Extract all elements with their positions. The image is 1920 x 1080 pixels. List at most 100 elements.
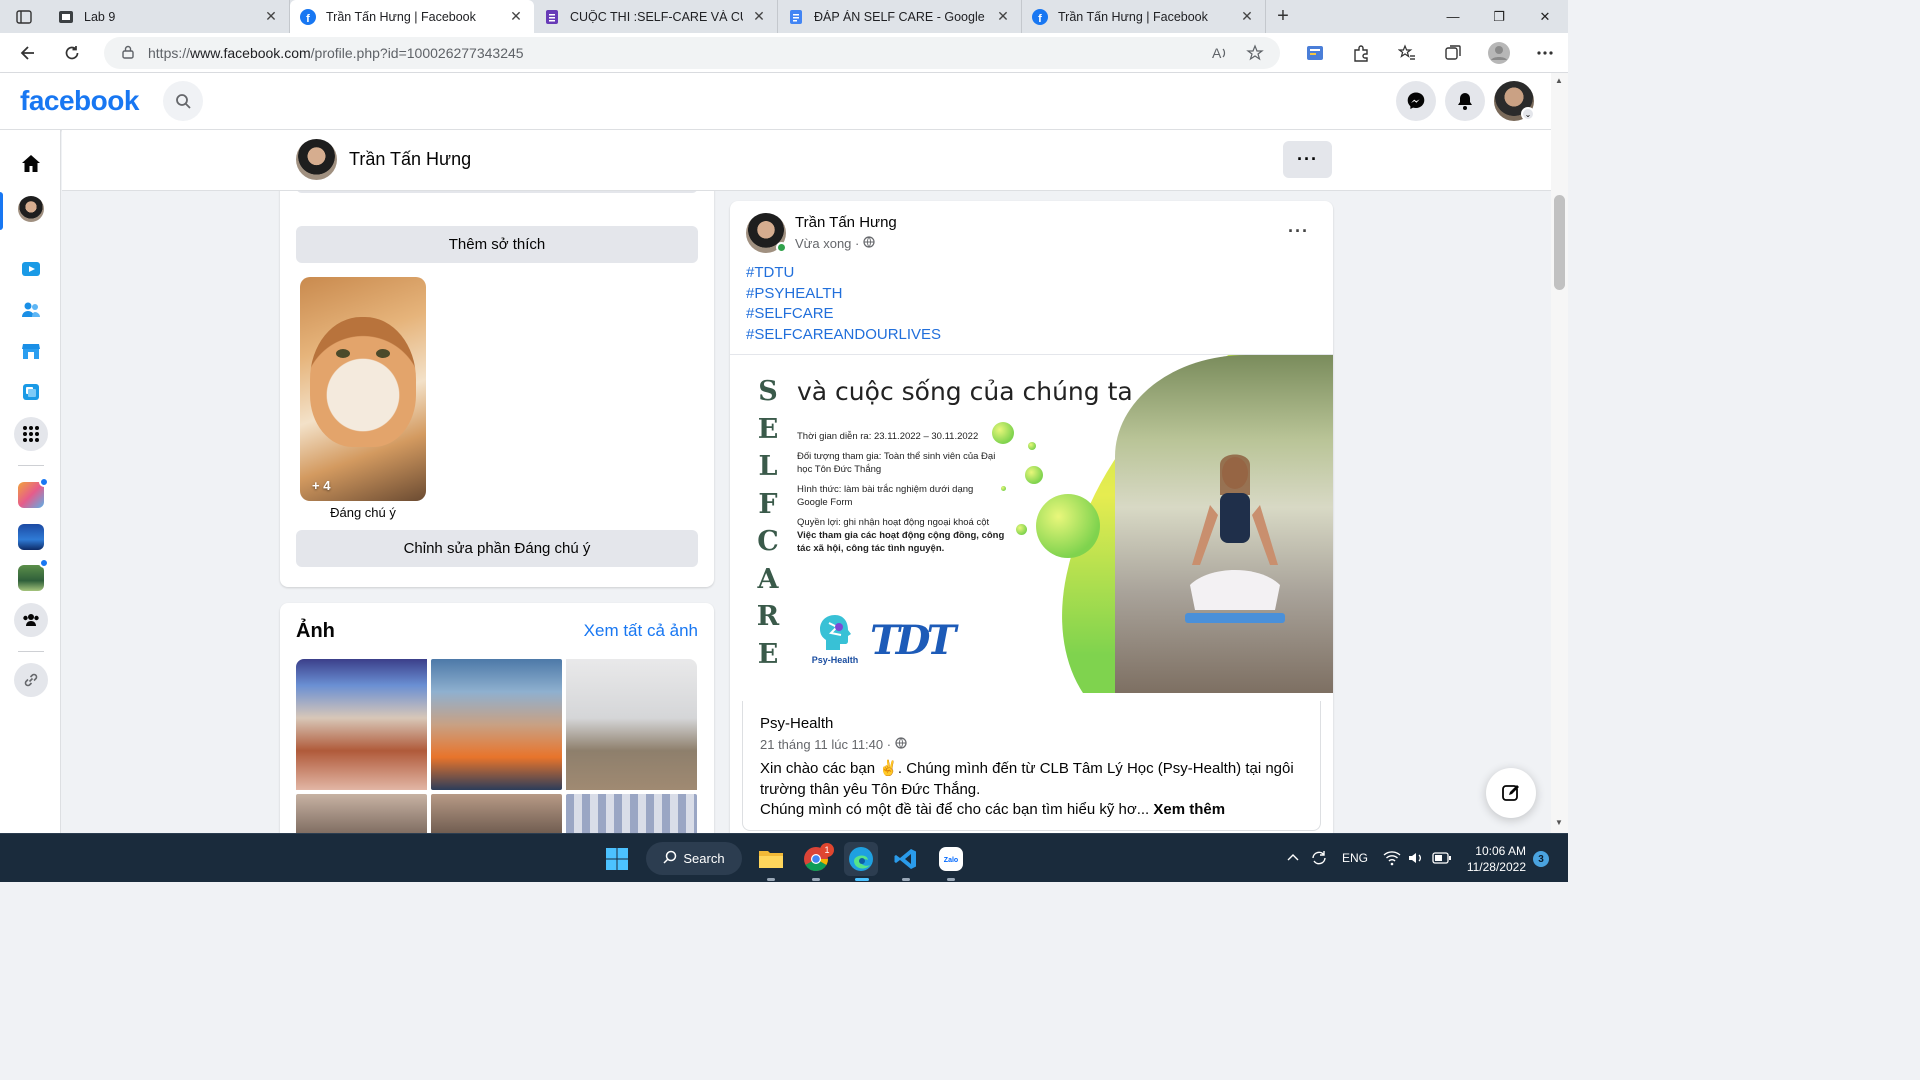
favorites-icon[interactable] [1384, 33, 1430, 73]
back-arrow-icon[interactable] [6, 33, 50, 73]
browser-menu-icon[interactable] [1522, 33, 1568, 73]
notification-count-badge[interactable]: 3 [1533, 851, 1549, 867]
windows-taskbar: Search 1 Zalo ENG 10:06 AM 11/28/2022 3 [0, 833, 1568, 882]
photo-thumbnail[interactable] [431, 659, 562, 790]
previous-section-button[interactable] [296, 191, 698, 193]
left-navigation-rail [0, 130, 61, 833]
rail-profile-avatar[interactable] [14, 192, 48, 226]
account-menu-chevron-icon[interactable]: ⌄ [1521, 107, 1535, 121]
collections-icon[interactable] [1430, 33, 1476, 73]
hashtag-link[interactable]: #SELFCARE [746, 304, 941, 325]
refresh-icon[interactable] [50, 33, 94, 73]
input-language[interactable]: ENG [1342, 851, 1368, 865]
post-banner-image[interactable]: S E L F C A R E và cuộc sống của chúng t… [730, 354, 1333, 693]
taskbar-search-button[interactable]: Search [646, 842, 742, 875]
facebook-icon: f [300, 8, 316, 25]
apps-grid-icon[interactable] [14, 417, 48, 451]
hashtag-link[interactable]: #SELFCAREANDOURLIVES [746, 325, 941, 346]
browser-tab-facebook-active[interactable]: f Trần Tấn Hưng | Facebook ✕ [290, 0, 534, 33]
photo-thumbnail[interactable] [296, 659, 427, 790]
photos-title: Ảnh [296, 620, 335, 642]
scroll-down-arrow-icon[interactable]: ▼ [1555, 818, 1563, 827]
minimize-icon[interactable]: — [1430, 0, 1476, 33]
toolbar-right-icons [1292, 33, 1568, 73]
shared-post-time-text[interactable]: 21 tháng 11 lúc 11:40 · [760, 737, 891, 752]
messenger-icon[interactable] [1396, 81, 1436, 121]
photo-thumbnail[interactable] [296, 794, 427, 833]
notifications-bell-icon[interactable] [1445, 81, 1485, 121]
browser-profile-icon[interactable] [1476, 33, 1522, 73]
hashtag-link[interactable]: #TDTU [746, 263, 941, 284]
edge-icon[interactable] [844, 842, 878, 876]
friends-icon[interactable] [14, 293, 48, 327]
browser-tab-contest-form[interactable]: CUỘC THI :SELF-CARE VÀ CUỘC ✕ [534, 0, 778, 33]
photo-thumbnail[interactable] [431, 794, 562, 833]
photo-thumbnail[interactable] [566, 794, 697, 833]
lock-icon[interactable] [122, 45, 134, 62]
close-window-icon[interactable]: ✕ [1522, 0, 1568, 33]
new-tab-button[interactable]: + [1266, 0, 1300, 33]
file-explorer-icon[interactable] [754, 842, 788, 876]
shared-post-preview[interactable]: Psy-Health 21 tháng 11 lúc 11:40 · Xin c… [742, 701, 1321, 831]
browser-tab-answers-doc[interactable]: ĐÁP ÁN SELF CARE - Google Tài ✕ [778, 0, 1022, 33]
extension-app-icon[interactable] [1292, 33, 1338, 73]
close-tab-icon[interactable]: ✕ [263, 8, 279, 25]
photos-card: Ảnh Xem tất cả ảnh [280, 603, 714, 833]
photo-thumbnail[interactable] [566, 659, 697, 790]
close-tab-icon[interactable]: ✕ [508, 8, 524, 25]
post-time-text[interactable]: Vừa xong · [795, 236, 859, 251]
shared-post-time: 21 tháng 11 lúc 11:40 · [760, 737, 907, 752]
scrollbar-thumb[interactable] [1554, 195, 1565, 290]
profile-avatar[interactable] [296, 139, 337, 180]
restore-icon[interactable]: ❐ [1476, 0, 1522, 33]
scroll-up-arrow-icon[interactable]: ▲ [1555, 76, 1563, 85]
add-hobbies-button[interactable]: Thêm sở thích [296, 226, 698, 263]
profile-name[interactable]: Trần Tấn Hưng [349, 149, 471, 170]
post-hashtags: #TDTU #PSYHEALTH #SELFCARE #SELFCAREANDO… [746, 263, 941, 345]
new-message-compose-button[interactable] [1486, 768, 1536, 818]
see-all-photos-link[interactable]: Xem tất cả ảnh [584, 621, 698, 641]
browser-tab-facebook[interactable]: f Trần Tấn Hưng | Facebook ✕ [1022, 0, 1266, 33]
decorative-dot [1028, 442, 1036, 450]
profile-more-button[interactable]: ··· [1283, 141, 1332, 178]
shared-page-name[interactable]: Psy-Health [760, 715, 833, 732]
url-prefix: https:// [148, 45, 191, 61]
read-aloud-icon[interactable]: A [1210, 44, 1228, 65]
close-tab-icon[interactable]: ✕ [1239, 8, 1255, 25]
facebook-logo[interactable]: facebook [20, 85, 139, 117]
feeds-icon[interactable] [14, 375, 48, 409]
wifi-icon[interactable] [1383, 850, 1401, 871]
show-hidden-icons-chevron[interactable] [1286, 850, 1300, 869]
favorite-star-icon[interactable] [1246, 44, 1264, 65]
facebook-search-icon[interactable] [163, 81, 203, 121]
close-tab-icon[interactable]: ✕ [751, 8, 767, 25]
featured-collection-thumbnail[interactable]: + 4 [300, 277, 426, 501]
post-author-name[interactable]: Trần Tấn Hưng [795, 214, 897, 231]
taskbar-clock[interactable]: 10:06 AM 11/28/2022 [1464, 843, 1526, 875]
browser-tab-lab9[interactable]: Lab 9 ✕ [48, 0, 290, 33]
online-status-dot [776, 242, 787, 253]
group-shortcut-2[interactable] [14, 520, 48, 554]
edit-featured-button[interactable]: Chỉnh sửa phần Đáng chú ý [296, 530, 698, 567]
post-options-button[interactable]: ··· [1288, 221, 1309, 242]
tab-actions-menu-icon[interactable] [0, 0, 48, 33]
battery-icon[interactable] [1432, 851, 1452, 870]
vscode-icon[interactable] [889, 842, 923, 876]
page-scrollbar[interactable]: ▲ ▼ [1551, 73, 1568, 833]
link-icon[interactable] [14, 663, 48, 697]
groups-icon[interactable] [14, 603, 48, 637]
address-bar[interactable]: https://www.facebook.com/profile.php?id=… [104, 37, 1280, 69]
watch-video-icon[interactable] [14, 252, 48, 286]
marketplace-icon[interactable] [14, 334, 48, 368]
post-card: Trần Tấn Hưng Vừa xong · ··· #TDTU #PSYH… [730, 201, 1333, 833]
home-icon[interactable] [14, 147, 48, 181]
windows-start-icon[interactable] [600, 842, 634, 876]
sync-icon[interactable] [1310, 849, 1328, 872]
psy-health-logo: Psy-Health [810, 613, 860, 665]
zalo-icon[interactable]: Zalo [934, 842, 968, 876]
extensions-puzzle-icon[interactable] [1338, 33, 1384, 73]
close-tab-icon[interactable]: ✕ [995, 8, 1011, 25]
volume-icon[interactable] [1407, 850, 1425, 871]
see-more-link[interactable]: Xem thêm [1153, 801, 1225, 818]
hashtag-link[interactable]: #PSYHEALTH [746, 284, 941, 305]
